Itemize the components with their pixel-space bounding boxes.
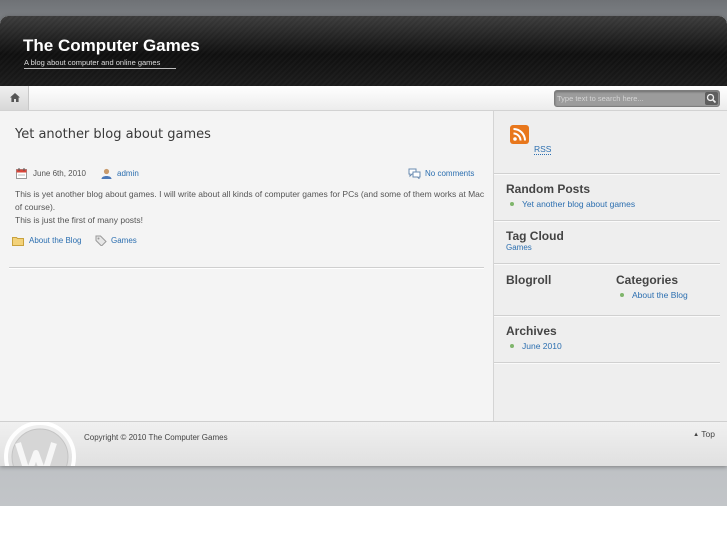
comments-icon <box>408 168 421 179</box>
site-title[interactable]: The Computer Games <box>23 36 200 56</box>
tag-cloud-title: Tag Cloud <box>506 229 564 243</box>
tag-icon <box>95 235 107 246</box>
site-header: The Computer Games A blog about computer… <box>0 16 727 86</box>
bullet <box>510 202 514 206</box>
sidebar-separator <box>494 173 720 175</box>
post-title[interactable]: Yet another blog about games <box>15 127 211 142</box>
arrow-up-icon: ▲ <box>693 432 700 438</box>
search-button[interactable] <box>705 92 718 105</box>
calendar-icon <box>16 168 27 179</box>
post-divider <box>9 267 484 269</box>
site-description: A blog about computer and online games <box>24 58 176 69</box>
home-button[interactable] <box>0 86 29 110</box>
top-label: Top <box>701 429 715 439</box>
rss-icon[interactable] <box>510 125 529 144</box>
comments-link[interactable]: No comments <box>425 169 474 178</box>
archives-title: Archives <box>506 324 557 338</box>
site-footer: Copyright © 2010 The Computer Games ▲ To… <box>0 421 727 466</box>
category-sidebar-link[interactable]: About the Blog <box>632 290 688 300</box>
list-item: About the Blog <box>616 289 688 301</box>
post-paragraph: This is just the first of many posts! <box>15 215 144 225</box>
bullet <box>620 293 624 297</box>
search-icon <box>706 93 717 104</box>
back-to-top-link[interactable]: ▲ Top <box>693 429 715 439</box>
page-wrapper: The Computer Games A blog about computer… <box>0 16 727 466</box>
sidebar-separator <box>494 263 720 265</box>
sidebar-separator <box>494 362 720 364</box>
tag-cloud-link[interactable]: Games <box>506 243 532 252</box>
archives-list: June 2010 <box>506 340 562 352</box>
blogroll-title: Blogroll <box>506 273 552 287</box>
random-post-link[interactable]: Yet another blog about games <box>522 199 635 209</box>
list-item: Yet another blog about games <box>506 198 635 210</box>
post-date: June 6th, 2010 <box>33 169 86 178</box>
post-paragraph: This is yet another blog about games. I … <box>15 189 485 212</box>
sidebar-separator <box>494 315 720 317</box>
random-posts-list: Yet another blog about games <box>506 198 635 210</box>
rss-link[interactable]: RSS <box>534 144 552 155</box>
archive-link[interactable]: June 2010 <box>522 341 562 351</box>
search-box <box>554 90 720 107</box>
random-posts-title: Random Posts <box>506 182 591 196</box>
tag-link[interactable]: Games <box>111 236 137 245</box>
wordpress-logo-icon <box>4 422 76 466</box>
folder-icon <box>12 237 24 246</box>
search-input[interactable] <box>557 91 697 106</box>
main-content: Yet another blog about games June 6th, 2… <box>0 111 493 421</box>
sidebar-separator <box>494 220 720 222</box>
post-body: This is yet another blog about games. I … <box>15 188 485 227</box>
bullet <box>510 344 514 348</box>
sidebar: RSS Random Posts Yet another blog about … <box>493 111 727 421</box>
list-item: June 2010 <box>506 340 562 352</box>
home-icon <box>10 93 20 102</box>
post-author-link[interactable]: admin <box>117 169 139 178</box>
categories-title: Categories <box>616 273 679 287</box>
categories-list: About the Blog <box>616 289 688 301</box>
copyright-text: Copyright © 2010 The Computer Games <box>84 433 228 442</box>
user-icon <box>101 168 112 179</box>
category-link[interactable]: About the Blog <box>29 236 81 245</box>
nav-bar <box>0 86 727 111</box>
